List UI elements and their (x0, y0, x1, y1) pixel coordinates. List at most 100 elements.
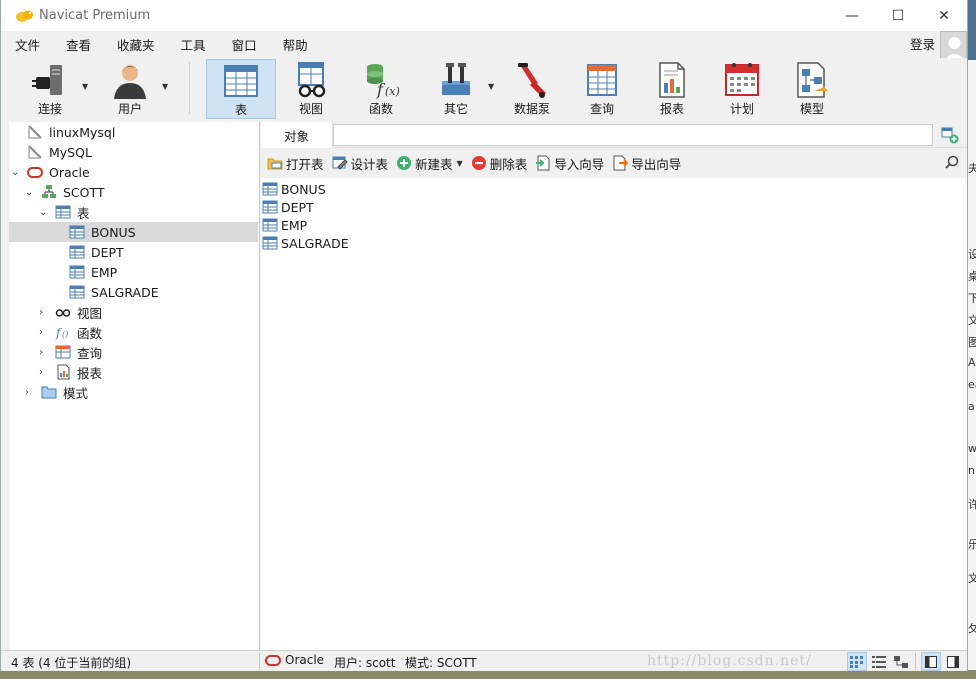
others-button[interactable]: 其它 (421, 59, 491, 119)
svg-text:(): () (62, 330, 68, 339)
schedule-button[interactable]: 计划 (707, 59, 777, 119)
maximize-button[interactable]: ☐ (875, 0, 921, 31)
model-button[interactable]: 模型 (777, 59, 847, 119)
tree-item-functions[interactable]: › f () 函数 (9, 322, 258, 342)
view-glasses-icon (298, 62, 326, 98)
tree-item-reports[interactable]: › 报表 (9, 362, 258, 382)
tree-item-label: 查询 (77, 345, 103, 361)
user-label: 用户 (117, 102, 142, 116)
user-button[interactable]: 用户 (95, 59, 165, 119)
chevron-right-icon[interactable]: › (39, 367, 49, 378)
query-icon (55, 345, 71, 359)
close-button[interactable]: ✕ (921, 0, 967, 31)
window-title: Navicat Premium (39, 8, 151, 23)
report-icon (659, 62, 685, 98)
query-button[interactable]: 查询 (567, 59, 637, 119)
tree-item-label: EMP (91, 264, 118, 280)
tree-item-label: BONUS (91, 224, 136, 240)
tree-item-queries[interactable]: › 查询 (9, 342, 258, 362)
login-link[interactable]: 登录 (910, 34, 935, 53)
menu-file[interactable]: 文件 (1, 35, 52, 54)
tree-item-emp[interactable]: EMP (9, 262, 258, 282)
tree-item-schemas[interactable]: › 模式 (9, 382, 258, 402)
status-schema: 模式: SCOTT (405, 656, 477, 670)
list-item[interactable]: DEPT (261, 198, 967, 216)
chevron-right-icon[interactable]: › (39, 307, 49, 318)
list-view-button[interactable] (847, 652, 867, 671)
tab-label: 对象 (283, 128, 309, 144)
import-wizard-button[interactable]: 导入向导 (533, 152, 606, 174)
tools-icon (442, 63, 470, 95)
table-icon (69, 265, 85, 279)
chevron-down-icon[interactable]: ⌄ (25, 187, 35, 198)
tree-item-views[interactable]: › 视图 (9, 302, 258, 322)
data-pump-button[interactable]: 数据泵 (497, 59, 567, 119)
tree-item-bonus[interactable]: BONUS (9, 222, 258, 242)
menu-help[interactable]: 帮助 (269, 35, 320, 54)
menu-view[interactable]: 查看 (52, 35, 103, 54)
status-bar: 4 表 (4 位于当前的组) Oracle 用户: scott 模式: SCOT… (1, 650, 967, 671)
er-view-button[interactable] (891, 652, 911, 671)
right-pane-icon (947, 655, 959, 668)
add-tab-icon[interactable] (941, 126, 959, 144)
connection-dropdown-caret-icon[interactable]: ▼ (82, 82, 88, 91)
tree-item-dept[interactable]: DEPT (9, 242, 258, 262)
toggle-left-pane-button[interactable] (921, 652, 941, 671)
list-item[interactable]: EMP (261, 216, 967, 234)
new-table-button[interactable]: 新建表 ▼ (394, 152, 465, 174)
list-item[interactable]: SALGRADE (261, 234, 967, 252)
tree-item-tables[interactable]: ⌄ 表 (9, 202, 258, 222)
tree-item-label: linuxMysql (49, 124, 116, 140)
schedule-label: 计划 (729, 102, 754, 116)
connection-button[interactable]: 连接 (15, 59, 85, 119)
schema-icon (42, 185, 56, 198)
table-button[interactable]: 表 (206, 59, 276, 119)
table-folder-icon (55, 205, 71, 219)
tree-item-linuxmysql[interactable]: linuxMysql (9, 122, 258, 142)
chevron-right-icon[interactable]: › (25, 387, 35, 398)
minimize-button[interactable]: — (829, 0, 875, 31)
detail-view-icon (872, 655, 886, 668)
chevron-down-icon[interactable]: ⌄ (11, 167, 21, 178)
chevron-down-icon[interactable]: ⌄ (39, 207, 49, 218)
toggle-right-pane-button[interactable] (943, 652, 963, 671)
open-table-button[interactable]: 打开表 (265, 152, 326, 174)
background-text-fragment: A (968, 356, 976, 369)
calendar-icon (725, 63, 759, 96)
chevron-right-icon[interactable]: › (39, 347, 49, 358)
design-table-button[interactable]: 设计表 (330, 152, 391, 174)
export-wizard-label: 导出向导 (631, 156, 682, 172)
report-button[interactable]: 报表 (637, 59, 707, 119)
chevron-right-icon[interactable]: › (39, 327, 49, 338)
background-text-fragment: w (968, 442, 976, 455)
others-dropdown-caret-icon[interactable]: ▼ (488, 82, 494, 91)
tab-objects[interactable]: 对象 (261, 122, 333, 148)
menu-tools[interactable]: 工具 (167, 35, 218, 54)
background-text-fragment: 文 (968, 572, 976, 585)
mysql-connection-icon (28, 145, 42, 159)
avatar[interactable] (940, 31, 967, 62)
list-item[interactable]: BONUS (261, 180, 967, 198)
user-dropdown-caret-icon[interactable]: ▼ (162, 82, 168, 91)
table-icon (262, 218, 278, 232)
tree-item-mysql[interactable]: MySQL (9, 142, 258, 162)
export-wizard-button[interactable]: 导出向导 (610, 152, 683, 174)
new-table-dropdown-caret-icon[interactable]: ▼ (457, 159, 463, 168)
function-button[interactable]: f (x) 函数 (346, 59, 416, 119)
delete-table-label: 删除表 (489, 156, 528, 172)
query-icon (587, 64, 617, 96)
function-label: 函数 (368, 102, 393, 116)
report-label: 报表 (659, 102, 684, 116)
tree-item-scott[interactable]: ⌄ SCOTT (9, 182, 258, 202)
view-button[interactable]: 视图 (276, 59, 346, 119)
tree-item-salgrade[interactable]: SALGRADE (9, 282, 258, 302)
menu-window[interactable]: 窗口 (218, 35, 269, 54)
delete-table-button[interactable]: 删除表 (469, 152, 530, 174)
list-view-icon (850, 655, 863, 668)
search-icon[interactable] (945, 155, 959, 169)
detail-view-button[interactable] (869, 652, 889, 671)
tree-item-oracle[interactable]: ⌄ Oracle (9, 162, 258, 182)
menu-favorites[interactable]: 收藏夹 (103, 35, 167, 54)
tree-item-label: SALGRADE (91, 284, 159, 300)
object-list: BONUS DEPT EMP SALGRADE (261, 178, 967, 252)
